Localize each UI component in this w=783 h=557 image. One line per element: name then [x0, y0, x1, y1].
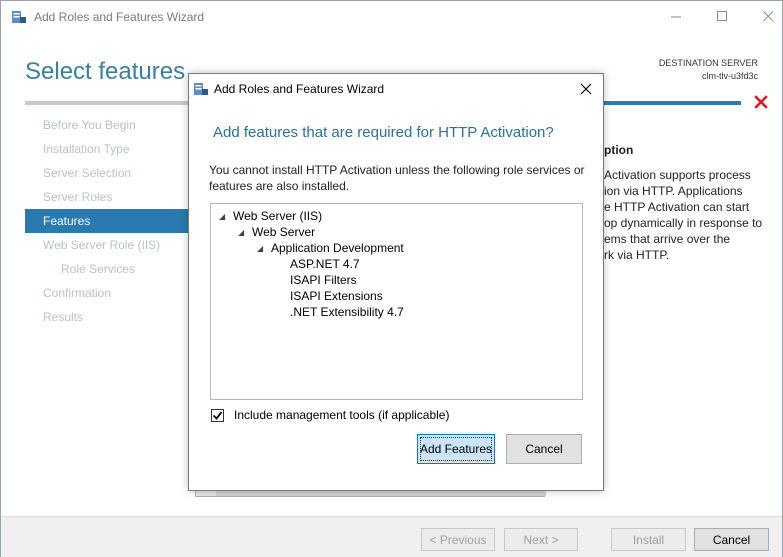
- tree-node-net-extensibility: .NET Extensibility 4.7: [290, 305, 404, 319]
- include-management-tools-checkbox[interactable]: [211, 408, 224, 422]
- dialog-close-button[interactable]: [574, 78, 598, 100]
- previous-button[interactable]: < Previous: [421, 528, 495, 551]
- next-button[interactable]: Next >: [504, 528, 578, 551]
- include-management-tools-label: Include management tools (if applicable): [234, 408, 450, 422]
- tree-node-web-server-iis[interactable]: ◢ Web Server (IIS): [219, 208, 322, 224]
- close-button[interactable]: [745, 1, 783, 32]
- checkmark-icon: [212, 410, 223, 420]
- nav-item-web-server-role[interactable]: Web Server Role (IIS): [25, 233, 190, 257]
- dialog-title: Add Roles and Features Wizard: [214, 82, 385, 96]
- tree-node-aspnet: ASP.NET 4.7: [290, 257, 360, 271]
- scrollbar-thumb[interactable]: [216, 491, 546, 496]
- dialog-cancel-button[interactable]: Cancel: [506, 434, 582, 464]
- wizard-steps-nav: Before You Begin Installation Type Serve…: [25, 113, 190, 329]
- window-title: Add Roles and Features Wizard: [34, 10, 205, 24]
- dialog-message: You cannot install HTTP Activation unles…: [209, 163, 585, 193]
- nav-item-confirmation[interactable]: Confirmation: [25, 281, 190, 305]
- description-line: op dynamically in response to: [604, 216, 763, 230]
- dialog-title-bar: Add Roles and Features Wizard: [189, 74, 603, 104]
- expand-triangle-icon[interactable]: ◢: [238, 225, 248, 241]
- destination-server-label: DESTINATION SERVER: [658, 58, 758, 68]
- maximize-button[interactable]: [699, 1, 745, 32]
- description-line: ems that arrive over the: [604, 232, 731, 246]
- tree-node-application-development[interactable]: ◢ Application Development: [257, 240, 404, 256]
- description-text: Activation supports process ion via HTTP…: [604, 167, 774, 263]
- required-features-tree: ◢ Web Server (IIS) ◢ Web Server ◢ Applicati…: [210, 203, 583, 400]
- nav-item-server-selection[interactable]: Server Selection: [25, 161, 190, 185]
- nav-item-installation-type[interactable]: Installation Type: [25, 137, 190, 161]
- expand-triangle-icon[interactable]: ◢: [219, 209, 229, 225]
- tree-node-web-server[interactable]: ◢ Web Server: [238, 224, 315, 240]
- header-divider-accent: [595, 101, 741, 105]
- destination-server-name: clm-tlv-u3fd3c: [701, 71, 758, 81]
- install-button[interactable]: Install: [611, 528, 686, 551]
- nav-item-features[interactable]: Features: [25, 209, 190, 233]
- server-manager-icon: [194, 83, 208, 95]
- server-manager-icon: [12, 11, 26, 23]
- add-features-button[interactable]: Add Features: [417, 434, 495, 464]
- page-title: Select features: [25, 58, 186, 85]
- required-features-dialog: Add Roles and Features Wizard Add featur…: [188, 73, 604, 491]
- expand-triangle-icon[interactable]: ◢: [257, 241, 267, 257]
- description-line: ion via HTTP. Applications: [604, 184, 743, 198]
- description-line: Activation supports process: [604, 168, 751, 182]
- tree-node-isapi-filters: ISAPI Filters: [290, 273, 357, 287]
- include-management-tools-row[interactable]: Include management tools (if applicable): [211, 407, 449, 423]
- dialog-heading: Add features that are required for HTTP …: [213, 124, 554, 141]
- features-list-scrollbar[interactable]: [195, 491, 546, 497]
- close-icon: [580, 83, 592, 95]
- tree-node-isapi-extensions: ISAPI Extensions: [290, 289, 383, 303]
- minimize-button[interactable]: [653, 1, 699, 32]
- nav-item-server-roles[interactable]: Server Roles: [25, 185, 190, 209]
- description-title: ption: [604, 143, 634, 157]
- description-line: rk via HTTP.: [604, 248, 670, 262]
- maximize-icon: [716, 11, 727, 21]
- cancel-button[interactable]: Cancel: [694, 528, 769, 551]
- error-x-icon[interactable]: [753, 94, 769, 110]
- description-line: e HTTP Activation can start: [604, 200, 750, 214]
- close-icon: [762, 11, 773, 22]
- title-bar: Add Roles and Features Wizard: [1, 1, 782, 32]
- nav-item-before-you-begin[interactable]: Before You Begin: [25, 113, 190, 137]
- minimize-icon: [670, 16, 681, 18]
- nav-item-results[interactable]: Results: [25, 305, 190, 329]
- nav-item-role-services[interactable]: Role Services: [25, 257, 190, 281]
